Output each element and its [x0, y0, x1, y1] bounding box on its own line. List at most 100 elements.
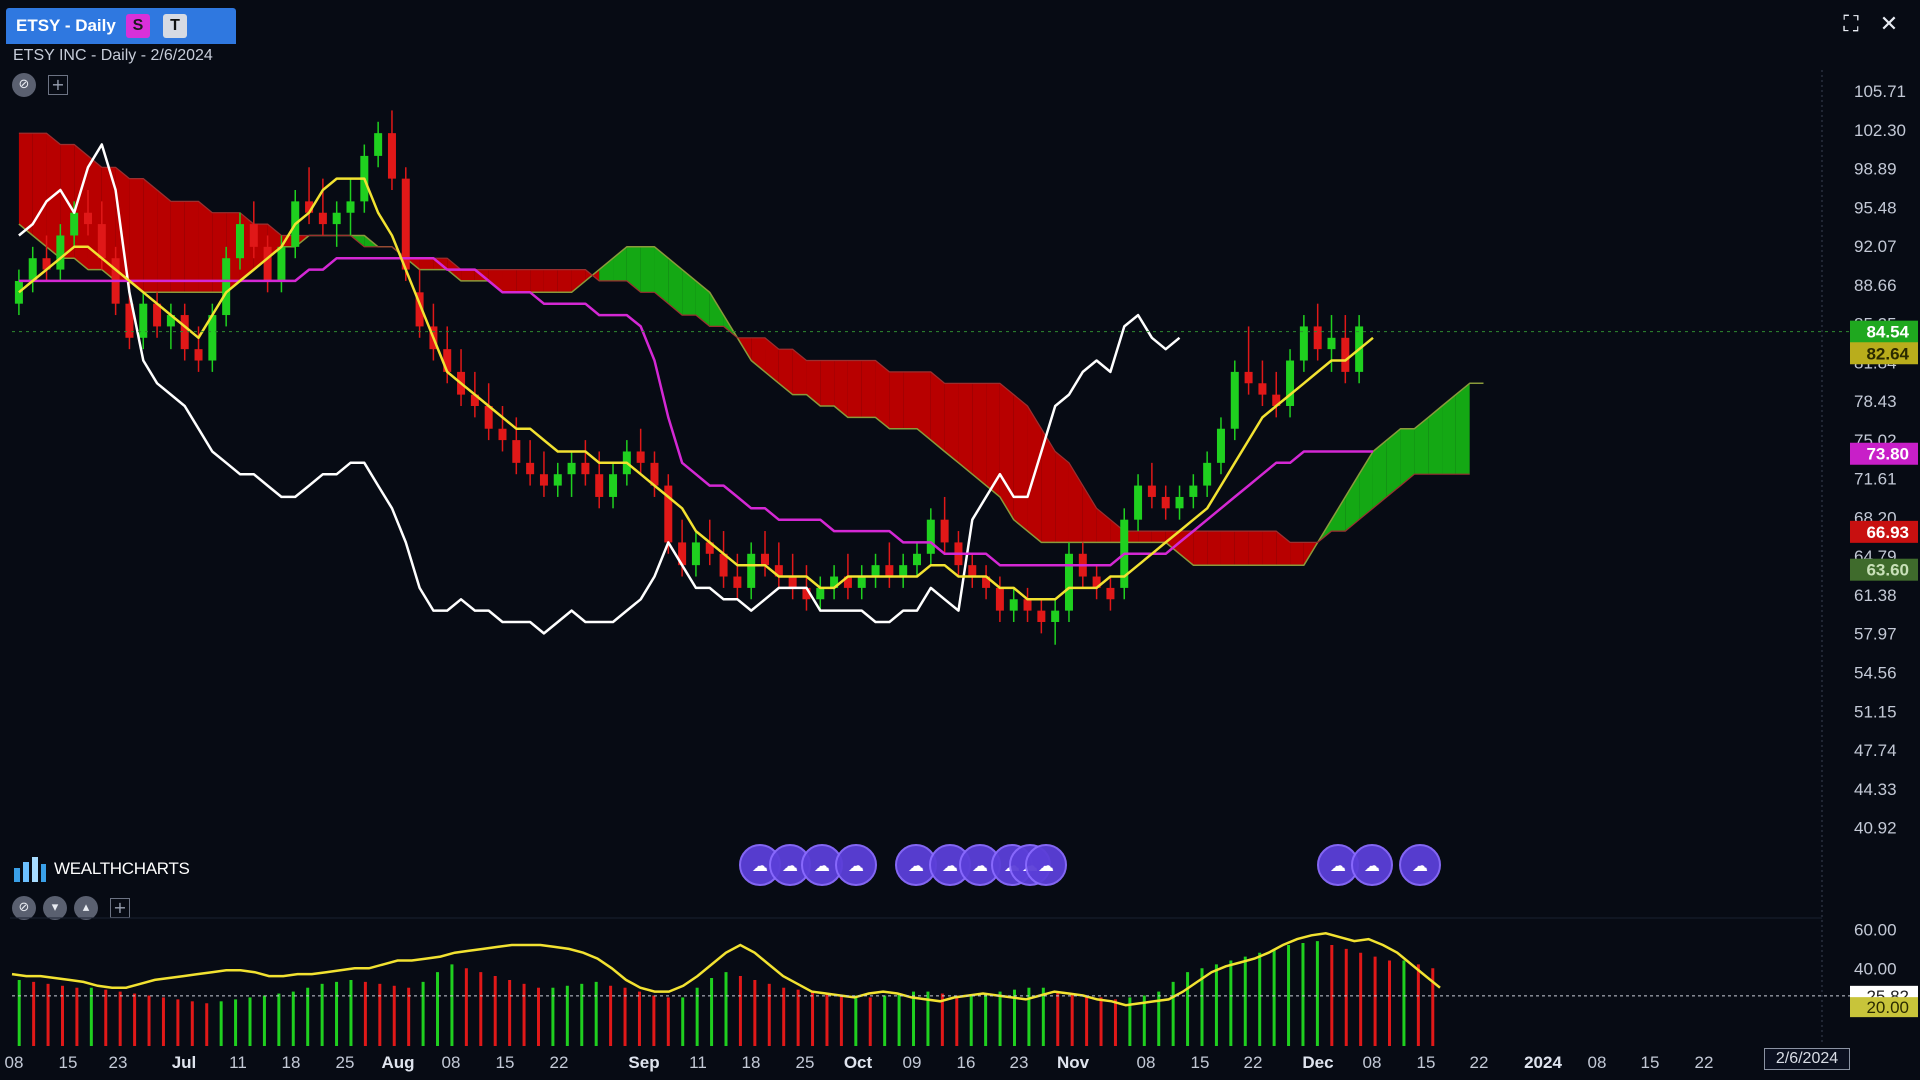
cloud-segment: [695, 280, 710, 327]
candle-body[interactable]: [1313, 326, 1322, 350]
senkou-span-b-line: [18, 132, 1470, 544]
candle-body[interactable]: [222, 258, 231, 316]
x-axis-tick: 23: [1010, 1053, 1029, 1072]
cloud-segment: [170, 201, 185, 293]
candle-body[interactable]: [1244, 371, 1253, 384]
candle-body[interactable]: [14, 280, 23, 304]
cloud-segment: [1138, 531, 1152, 543]
x-axis-tick: 25: [796, 1053, 815, 1072]
candle-body[interactable]: [885, 565, 894, 577]
candle-body[interactable]: [1064, 553, 1073, 611]
candle-body[interactable]: [899, 565, 908, 577]
candle-body[interactable]: [940, 519, 949, 543]
price-tag-value: 63.60: [1866, 561, 1909, 580]
candle-body[interactable]: [1286, 360, 1295, 406]
candle-body[interactable]: [1175, 496, 1184, 509]
candle-body[interactable]: [139, 303, 148, 338]
y-axis-tick: 57.97: [1854, 625, 1897, 644]
candle-body[interactable]: [1023, 599, 1032, 611]
candle-body[interactable]: [443, 349, 452, 372]
x-axis-tick: 15: [1417, 1053, 1436, 1072]
candle-body[interactable]: [595, 474, 604, 497]
candle-body[interactable]: [1134, 485, 1143, 520]
candle-body[interactable]: [235, 224, 244, 259]
event-marker-icon: ☁: [1412, 856, 1428, 875]
cloud-segment: [792, 349, 807, 395]
candle-body[interactable]: [995, 587, 1004, 611]
candle-body[interactable]: [1341, 337, 1350, 372]
candle-body[interactable]: [374, 133, 383, 156]
event-marker-icon: ☁: [848, 856, 864, 875]
candle-body[interactable]: [249, 224, 258, 247]
candle-body[interactable]: [788, 576, 797, 588]
x-axis-tick: 22: [1470, 1053, 1489, 1072]
candle-body[interactable]: [1161, 496, 1170, 509]
candle-body[interactable]: [526, 462, 535, 475]
candle-body[interactable]: [498, 428, 507, 441]
candle-body[interactable]: [1009, 599, 1018, 611]
oscillator-y-tick: 60.00: [1854, 920, 1897, 939]
candle-body[interactable]: [1230, 371, 1239, 429]
candle-body[interactable]: [926, 519, 935, 554]
candle-body[interactable]: [609, 474, 618, 497]
candle-body[interactable]: [70, 212, 79, 236]
candle-body[interactable]: [1147, 485, 1156, 497]
candle-body[interactable]: [871, 565, 880, 577]
price-tag-value: 84.54: [1866, 323, 1909, 342]
cloud-segment: [1414, 417, 1429, 475]
cloud-segment: [1248, 531, 1263, 566]
candle-body[interactable]: [567, 462, 576, 475]
candle-body[interactable]: [733, 576, 742, 588]
candle-body[interactable]: [539, 474, 548, 486]
x-axis-tick: 25: [336, 1053, 355, 1072]
candle-body[interactable]: [747, 553, 756, 588]
x-axis-tick: 09: [903, 1053, 922, 1072]
candle-body[interactable]: [83, 212, 92, 225]
candle-body[interactable]: [913, 553, 921, 566]
oscillator-y-tick: 40.00: [1854, 959, 1897, 978]
cloud-segment: [861, 360, 876, 418]
candle-body[interactable]: [553, 474, 562, 486]
candle-body[interactable]: [387, 133, 396, 179]
candle-body[interactable]: [194, 349, 203, 361]
candle-body[interactable]: [1051, 610, 1060, 622]
y-axis-tick: 92.07: [1854, 237, 1897, 256]
candle-body[interactable]: [1037, 610, 1046, 622]
candle-body[interactable]: [1189, 485, 1198, 497]
cloud-segment: [461, 269, 475, 281]
chart-canvas[interactable]: 105.71102.3098.8995.4892.0788.6685.2581.…: [0, 0, 1920, 1080]
candle-body[interactable]: [332, 212, 341, 225]
candle-body[interactable]: [401, 178, 410, 270]
candle-body[interactable]: [512, 440, 521, 463]
candle-body[interactable]: [318, 212, 327, 225]
candle-body[interactable]: [636, 451, 645, 463]
event-marker-icon: ☁: [908, 856, 924, 875]
candle-body[interactable]: [97, 224, 106, 259]
candle-body[interactable]: [56, 235, 65, 270]
x-axis-tick: 08: [442, 1053, 461, 1072]
candle-body[interactable]: [761, 553, 770, 566]
candle-body[interactable]: [968, 565, 977, 577]
candle-body[interactable]: [581, 462, 590, 475]
y-axis-tick: 71.61: [1854, 470, 1897, 489]
candle-body[interactable]: [1203, 462, 1212, 486]
oscillator-tag-value: 20.00: [1866, 998, 1909, 1017]
candle-body[interactable]: [1258, 383, 1267, 395]
candle-body[interactable]: [1106, 587, 1115, 600]
cloud-segment: [1082, 485, 1097, 543]
candle-body[interactable]: [857, 576, 866, 588]
cloud-segment: [1165, 531, 1180, 554]
price-tag-value: 73.80: [1866, 445, 1909, 464]
candle-body[interactable]: [346, 201, 355, 213]
candle-body[interactable]: [277, 246, 286, 281]
cloud-segment: [903, 371, 917, 429]
candle-body[interactable]: [816, 587, 825, 600]
candle-body[interactable]: [1216, 428, 1225, 463]
x-axis-tick: 18: [742, 1053, 761, 1072]
candle-body[interactable]: [691, 542, 700, 566]
candle-body[interactable]: [1327, 337, 1336, 350]
cloud-segment: [18, 133, 33, 236]
cloud-segment: [1345, 474, 1360, 532]
candle-body[interactable]: [263, 246, 272, 281]
cloud-segment: [557, 269, 572, 293]
